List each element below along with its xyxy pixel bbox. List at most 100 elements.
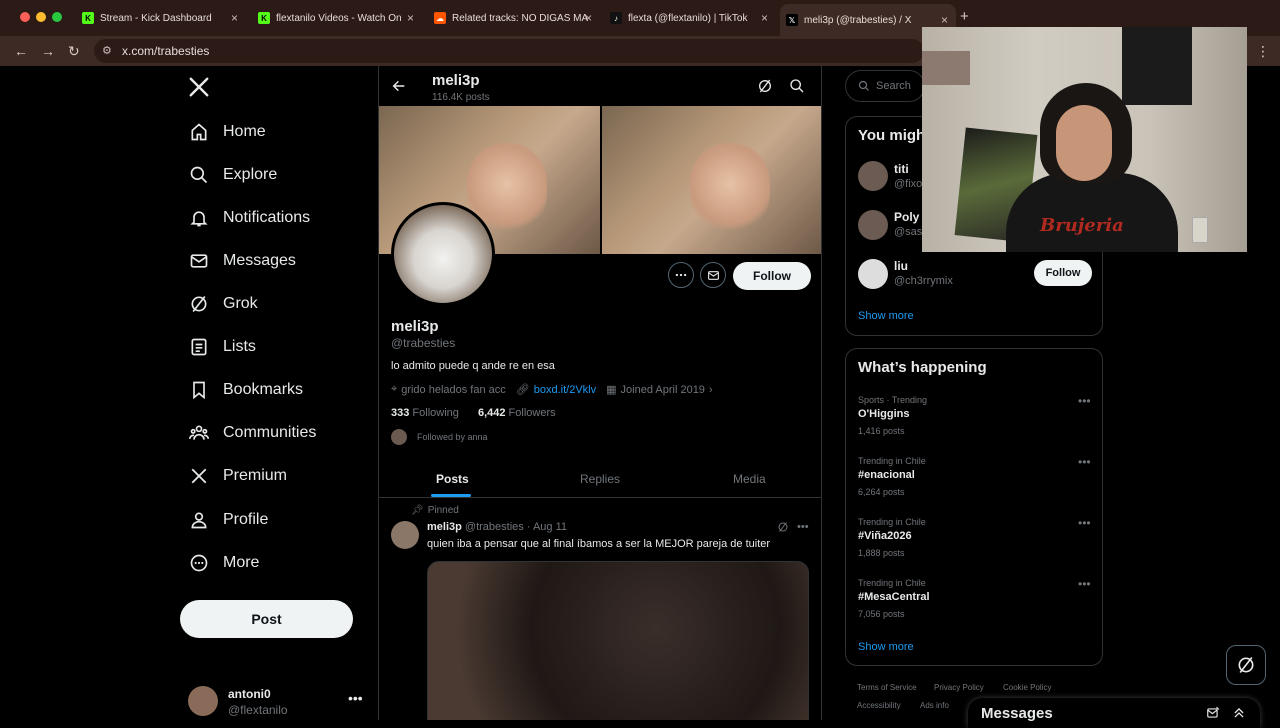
- nav-premium[interactable]: Premium: [188, 461, 287, 491]
- nav-messages[interactable]: Messages: [188, 246, 296, 276]
- back-arrow-icon[interactable]: [391, 78, 407, 94]
- new-message-icon[interactable]: [1206, 706, 1220, 720]
- more-options-button[interactable]: [668, 262, 694, 288]
- url-text: x.com/trabesties: [122, 44, 210, 58]
- post-author[interactable]: meli3p: [427, 521, 462, 533]
- nav-grok[interactable]: Grok: [188, 289, 258, 319]
- close-window-button[interactable]: [20, 12, 30, 22]
- suggestion-name[interactable]: titi: [894, 162, 909, 176]
- nav-communities[interactable]: Communities: [188, 418, 316, 448]
- post-image[interactable]: [427, 561, 809, 720]
- grok-icon[interactable]: [757, 78, 773, 94]
- account-switcher[interactable]: antoni0 @flextanilo •••: [188, 684, 368, 720]
- kick-icon: K: [258, 12, 270, 24]
- browser-tab[interactable]: ☁ Related tracks: NO DIGAS MA ×: [428, 7, 600, 29]
- card-title: What’s happening: [858, 359, 987, 376]
- profile-link[interactable]: boxd.it/2Vklv: [534, 384, 596, 396]
- trend-name[interactable]: O'Higgins: [858, 408, 910, 420]
- browser-tab[interactable]: ♪ flexta (@flextanilo) | TikTok ×: [604, 7, 776, 29]
- avatar[interactable]: [858, 161, 888, 191]
- close-tab-icon[interactable]: ×: [231, 11, 238, 25]
- footer-link[interactable]: Privacy Policy: [934, 683, 984, 692]
- browser-tab[interactable]: K flextanilo Videos - Watch On ×: [252, 7, 422, 29]
- url-field[interactable]: ⚙ x.com/trabesties: [94, 39, 924, 63]
- footer-link[interactable]: Accessibility: [857, 701, 901, 710]
- follow-button[interactable]: Follow: [733, 262, 811, 290]
- close-tab-icon[interactable]: ×: [941, 13, 948, 27]
- avatar[interactable]: [858, 210, 888, 240]
- tab-posts[interactable]: Posts: [436, 472, 469, 486]
- more-icon[interactable]: •••: [1078, 394, 1091, 408]
- profile-avatar[interactable]: [391, 202, 495, 306]
- more-icon[interactable]: •••: [1078, 516, 1091, 530]
- search-input[interactable]: Search: [845, 70, 925, 102]
- footer-link[interactable]: Ads info: [920, 701, 949, 710]
- trend-name[interactable]: #enacional: [858, 469, 915, 481]
- more-icon[interactable]: •••: [1078, 455, 1091, 469]
- more-icon[interactable]: •••: [348, 690, 363, 706]
- trend-context: Trending in Chile: [858, 456, 926, 466]
- grok-icon[interactable]: [777, 521, 789, 533]
- nav-lists[interactable]: Lists: [188, 332, 256, 362]
- trend-name[interactable]: #Viña2026: [858, 530, 912, 542]
- new-tab-button[interactable]: +: [960, 8, 969, 25]
- avatar[interactable]: [391, 521, 419, 549]
- suggestion-name[interactable]: liu: [894, 259, 908, 273]
- whats-happening-card: What’s happening Sports · Trending O'Hig…: [845, 348, 1103, 666]
- suggestion-name[interactable]: Poly: [894, 210, 919, 224]
- back-icon[interactable]: ←: [14, 43, 28, 59]
- x-icon: [188, 465, 210, 487]
- post-button[interactable]: Post: [180, 600, 353, 638]
- profile-joined: Joined April 2019: [620, 383, 705, 396]
- nav-label: Communities: [223, 424, 317, 441]
- trend-context: Trending in Chile: [858, 578, 926, 588]
- webcam-overlay: Brujeria: [922, 27, 1247, 252]
- nav-bookmarks[interactable]: Bookmarks: [188, 375, 303, 405]
- chevron-up-icon[interactable]: [1232, 706, 1246, 720]
- trend-name[interactable]: #MesaCentral: [858, 591, 930, 603]
- show-more-link[interactable]: Show more: [858, 641, 914, 653]
- close-tab-icon[interactable]: ×: [761, 11, 768, 25]
- followed-by-text: Followed by anna: [417, 432, 488, 442]
- tab-media[interactable]: Media: [733, 472, 766, 486]
- footer-link[interactable]: Cookie Policy: [1003, 683, 1051, 692]
- more-icon[interactable]: •••: [797, 521, 809, 533]
- account-handle: @flextanilo: [228, 703, 288, 717]
- tab-replies[interactable]: Replies: [580, 472, 620, 486]
- message-button[interactable]: [700, 262, 726, 288]
- show-more-link[interactable]: Show more: [858, 310, 914, 322]
- x-icon: 𝕏: [786, 14, 798, 26]
- browser-menu-icon[interactable]: ⋮: [1256, 43, 1270, 60]
- followers-link[interactable]: 6,442 Followers: [478, 407, 556, 419]
- maximize-window-button[interactable]: [52, 12, 62, 22]
- close-tab-icon[interactable]: ×: [407, 11, 414, 25]
- close-tab-icon[interactable]: ×: [585, 11, 592, 25]
- forward-icon[interactable]: →: [41, 43, 55, 59]
- active-tab-indicator: [431, 494, 471, 497]
- more-icon[interactable]: •••: [1078, 577, 1091, 591]
- more-circle-icon: [188, 552, 210, 574]
- nav-profile[interactable]: Profile: [188, 505, 268, 535]
- nav-more[interactable]: More: [188, 548, 259, 578]
- x-logo-icon[interactable]: [188, 76, 210, 98]
- footer-link[interactable]: Terms of Service: [857, 683, 917, 692]
- browser-tab[interactable]: K Stream - Kick Dashboard ×: [76, 7, 246, 29]
- profile-meta: ⌖ grido helados fan acc 🔗︎ boxd.it/2Vklv…: [391, 383, 713, 396]
- nav-explore[interactable]: Explore: [188, 160, 277, 190]
- nav-notifications[interactable]: Notifications: [188, 203, 310, 233]
- chevron-right-icon[interactable]: ›: [709, 384, 713, 396]
- search-icon: [858, 80, 870, 92]
- minimize-window-button[interactable]: [36, 12, 46, 22]
- tiktok-icon: ♪: [610, 12, 622, 24]
- following-link[interactable]: 333 Following: [391, 407, 459, 419]
- followed-by[interactable]: Followed by anna: [391, 429, 488, 445]
- search-icon[interactable]: [789, 78, 805, 94]
- nav-home[interactable]: Home: [188, 117, 266, 147]
- tab-title: flextanilo Videos - Watch On: [276, 12, 402, 24]
- grok-floating-button[interactable]: [1226, 645, 1266, 685]
- site-settings-icon[interactable]: ⚙: [102, 44, 112, 57]
- avatar[interactable]: [858, 259, 888, 289]
- reload-icon[interactable]: ↻: [68, 43, 80, 60]
- follow-button[interactable]: Follow: [1034, 260, 1092, 286]
- messages-drawer[interactable]: Messages: [968, 698, 1260, 728]
